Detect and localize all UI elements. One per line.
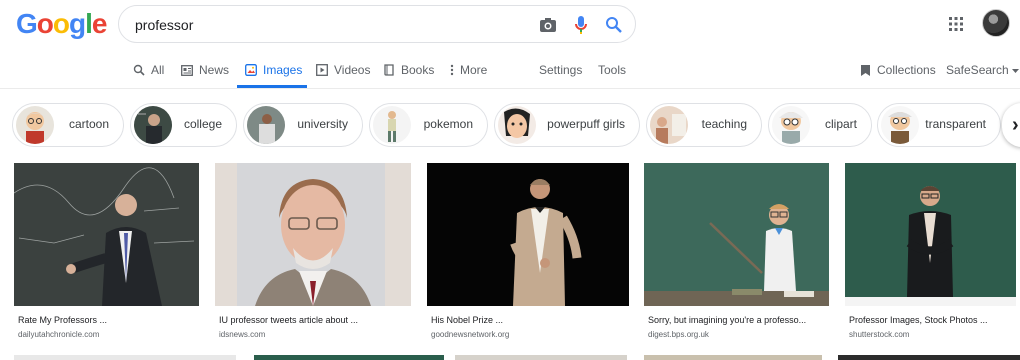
image-result[interactable]: Professor Images, Stock Photos ... shutt… [845,163,1020,348]
logo-letter: e [91,8,108,39]
chip-college[interactable]: college [130,103,237,147]
result-source: idsnews.com [219,330,266,339]
image-result[interactable]: IU professor tweets article about ... id… [215,163,415,348]
tab-label: Settings [539,63,583,77]
search-tabs: All News Images Videos Books More Settin… [0,52,1020,88]
chip-thumbnail [881,106,919,144]
tab-images[interactable]: Images [245,52,302,88]
tab-label: Images [263,63,303,77]
chevron-right-icon: › [1012,113,1019,136]
image-result[interactable]: Sorry, but imagining you're a professo..… [644,163,834,348]
play-icon [316,64,328,76]
tab-all[interactable]: All [133,52,164,88]
chip-thumbnail [373,106,411,144]
collections-link[interactable]: Collections [860,52,936,88]
result-source: digest.bps.org.uk [648,330,709,339]
more-vert-icon [450,64,454,76]
next-row-image[interactable] [644,355,822,360]
chip-label: powerpuff girls [547,117,625,131]
result-title[interactable]: Sorry, but imagining you're a professo..… [648,315,806,325]
tab-videos[interactable]: Videos [316,52,370,88]
tab-label: More [460,63,488,77]
chip-clipart[interactable]: clipart [768,103,872,147]
safesearch-menu[interactable]: SafeSearch [946,52,1019,88]
chip-thumbnail [247,106,285,144]
caret-down-icon [1011,63,1019,77]
chip-label: pokemon [423,117,473,131]
google-logo[interactable]: Google [16,8,108,40]
logo-letter: g [69,8,86,39]
result-image[interactable] [845,163,1016,306]
logo-letter: o [52,8,70,39]
result-image[interactable] [14,163,199,306]
chip-label: teaching [701,117,747,131]
chip-powerpuff-girls[interactable]: powerpuff girls [494,103,640,147]
tab-tools[interactable]: Tools [598,52,626,88]
chip-pokemon[interactable]: pokemon [369,103,488,147]
tab-news[interactable]: News [181,52,229,88]
tab-more[interactable]: More [450,52,487,88]
chip-university[interactable]: university [243,103,363,147]
result-source: dailyutahchronicle.com [18,330,100,339]
next-row-image[interactable] [14,355,236,360]
next-row-image[interactable] [838,355,1020,360]
search-icon [133,64,145,76]
result-title[interactable]: Rate My Professors ... [18,315,107,325]
search-input[interactable] [135,14,515,36]
image-result[interactable]: His Nobel Prize ... goodnewsnetwork.org [427,163,632,348]
tab-settings[interactable]: Settings [539,52,582,88]
tab-books[interactable]: Books [384,52,434,88]
logo-letter: G [16,8,38,39]
chip-transparent[interactable]: transparent [877,103,1001,147]
search-icon[interactable] [604,15,624,35]
chips-next-button[interactable]: › [1002,103,1020,147]
result-source: goodnewsnetwork.org [431,330,510,339]
result-image[interactable] [644,163,829,306]
result-title[interactable]: His Nobel Prize ... [431,315,503,325]
result-image[interactable] [215,163,411,306]
chip-label: transparent [925,117,986,131]
image-icon [245,64,257,76]
header-divider [0,88,1020,89]
apps-grid-icon[interactable] [948,16,964,32]
chip-thumbnail [650,106,688,144]
camera-icon[interactable] [538,15,558,35]
bookmark-icon [860,64,871,77]
microphone-icon[interactable] [571,15,591,35]
chip-label: university [297,117,348,131]
chip-teaching[interactable]: teaching [646,103,762,147]
chip-thumbnail [772,106,810,144]
logo-letter: o [36,8,54,39]
chip-thumbnail [16,106,54,144]
tab-label: Books [401,63,435,77]
logo-letter: l [85,8,93,39]
chip-thumbnail [134,106,172,144]
next-row-image[interactable] [254,355,444,360]
tab-label: Videos [334,63,371,77]
book-icon [384,64,395,76]
chip-label: college [183,117,222,131]
result-title[interactable]: Professor Images, Stock Photos ... [849,315,988,325]
chip-thumbnail [498,106,536,144]
result-title[interactable]: IU professor tweets article about ... [219,315,358,325]
avatar[interactable] [982,9,1010,37]
tab-label: All [151,63,165,77]
tab-label: News [199,63,230,77]
next-row-image[interactable] [455,355,627,360]
result-source: shutterstock.com [849,330,910,339]
image-result[interactable]: Rate My Professors ... dailyutahchronicl… [14,163,202,348]
chip-cartoon[interactable]: cartoon [12,103,124,147]
news-icon [181,64,193,76]
result-image[interactable] [427,163,629,306]
safesearch-label: SafeSearch [946,63,1009,77]
chip-label: cartoon [68,117,109,131]
chip-label: clipart [824,117,857,131]
collections-label: Collections [877,63,936,77]
tab-label: Tools [598,63,627,77]
search-box[interactable] [118,5,636,43]
